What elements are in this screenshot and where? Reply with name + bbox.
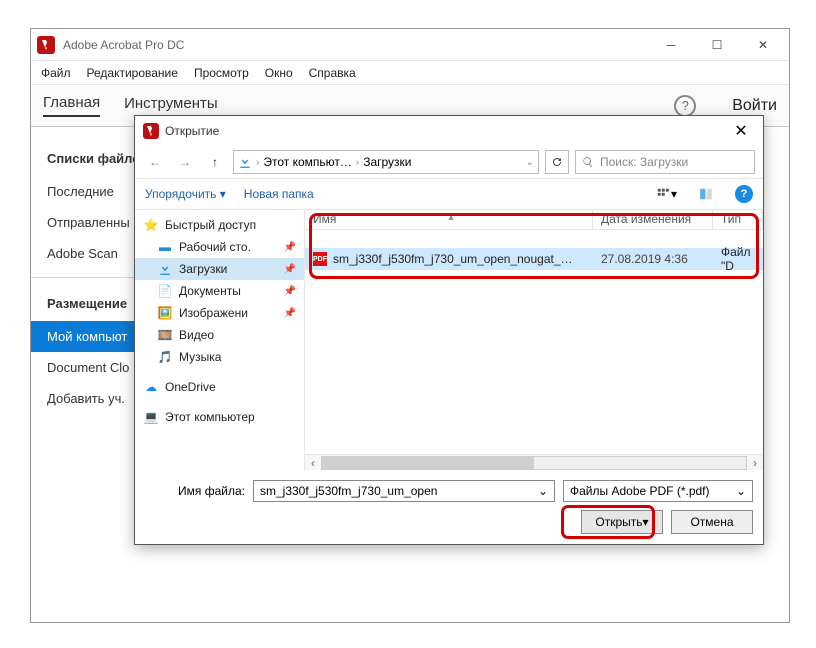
newfolder-button[interactable]: Новая папка <box>244 187 314 201</box>
dialog-navbar: ← → ↑ › Этот компьют… › Загрузки ⌄ Поиск… <box>135 146 763 178</box>
pin-icon: 📌 <box>284 286 296 297</box>
dialog-close-button[interactable]: ✕ <box>727 117 755 145</box>
search-icon <box>582 156 594 168</box>
file-list: Имя▴ Дата изменения Тип PDF sm_j330f_j530… <box>305 210 763 470</box>
col-type[interactable]: Тип <box>713 210 763 229</box>
tab-tools[interactable]: Инструменты <box>124 95 218 116</box>
hscrollbar[interactable]: ‹ › <box>305 454 763 470</box>
help-icon[interactable]: ? <box>674 95 696 117</box>
tree-thispc[interactable]: 💻Этот компьютер <box>135 406 304 428</box>
maximize-button[interactable]: ☐ <box>703 31 731 59</box>
crumb-downloads[interactable]: Загрузки <box>363 155 411 169</box>
view-mode-button[interactable]: ▾ <box>655 183 677 205</box>
nav-forward-icon[interactable]: → <box>173 150 197 174</box>
pin-icon: 📌 <box>284 264 296 275</box>
download-icon <box>238 155 252 169</box>
menu-help[interactable]: Справка <box>309 66 356 80</box>
chevron-down-icon: ⌄ <box>538 484 548 498</box>
download-icon <box>157 261 173 277</box>
menubar: Файл Редактирование Просмотр Окно Справк… <box>31 61 789 85</box>
filename-label: Имя файла: <box>145 484 245 498</box>
file-list-header: Имя▴ Дата изменения Тип <box>305 210 763 230</box>
pin-icon: 📌 <box>284 308 296 319</box>
menu-edit[interactable]: Редактирование <box>87 66 178 80</box>
tree-documents[interactable]: 📄Документы📌 <box>135 280 304 302</box>
tree-desktop[interactable]: ▬Рабочий сто.📌 <box>135 236 304 258</box>
tree-video[interactable]: 🎞️Видео <box>135 324 304 346</box>
dialog-toolbar: Упорядочить ▾ Новая папка ▾ ? <box>135 178 763 210</box>
nav-up-icon[interactable]: ↑ <box>203 150 227 174</box>
tree-onedrive[interactable]: ☁OneDrive <box>135 376 304 398</box>
col-name[interactable]: Имя▴ <box>305 210 593 229</box>
refresh-button[interactable] <box>545 150 569 174</box>
folder-tree: ⭐Быстрый доступ ▬Рабочий сто.📌 Загрузки📌… <box>135 210 305 470</box>
crumb-pc[interactable]: Этот компьют… <box>263 155 352 169</box>
file-type: Файл "D <box>713 245 763 273</box>
pdf-icon: PDF <box>313 252 327 266</box>
tree-quick-access[interactable]: ⭐Быстрый доступ <box>135 214 304 236</box>
dialog-app-icon <box>143 123 159 139</box>
tree-music[interactable]: 🎵Музыка <box>135 346 304 368</box>
music-icon: 🎵 <box>157 349 173 365</box>
search-input[interactable]: Поиск: Загрузки <box>575 150 755 174</box>
chevron-down-icon: ⌄ <box>736 484 746 498</box>
file-name: sm_j330f_j530fm_j730_um_open_nougat_… <box>333 252 573 266</box>
dialog-title: Открытие <box>165 124 727 138</box>
close-button[interactable]: ✕ <box>749 31 777 59</box>
breadcrumb[interactable]: › Этот компьют… › Загрузки ⌄ <box>233 150 539 174</box>
preview-pane-button[interactable] <box>695 183 717 205</box>
cancel-button[interactable]: Отмена <box>671 510 753 534</box>
file-row[interactable]: PDF sm_j330f_j530fm_j730_um_open_nougat_…… <box>305 248 763 270</box>
scroll-right-icon[interactable]: › <box>747 456 763 470</box>
crumb-dropdown[interactable]: ⌄ <box>526 157 534 168</box>
tree-images[interactable]: 🖼️Изображени📌 <box>135 302 304 324</box>
sort-asc-icon: ▴ <box>449 212 454 223</box>
menu-file[interactable]: Файл <box>41 66 71 80</box>
filetype-combo[interactable]: Файлы Adobe PDF (*.pdf)⌄ <box>563 480 753 502</box>
video-icon: 🎞️ <box>157 327 173 343</box>
image-icon: 🖼️ <box>157 305 173 321</box>
document-icon: 📄 <box>157 283 173 299</box>
titlebar: Adobe Acrobat Pro DC ─ ☐ ✕ <box>31 29 789 61</box>
tree-downloads[interactable]: Загрузки📌 <box>135 258 304 280</box>
scroll-left-icon[interactable]: ‹ <box>305 456 321 470</box>
col-date[interactable]: Дата изменения <box>593 210 713 229</box>
minimize-button[interactable]: ─ <box>657 31 685 59</box>
organize-button[interactable]: Упорядочить ▾ <box>145 187 226 201</box>
cloud-icon: ☁ <box>143 379 159 395</box>
login-button[interactable]: Войти <box>732 97 777 115</box>
file-open-dialog: Открытие ✕ ← → ↑ › Этот компьют… › Загру… <box>134 115 764 545</box>
app-title: Adobe Acrobat Pro DC <box>63 38 657 52</box>
open-button[interactable]: Открыть ▾ <box>581 510 663 534</box>
dialog-help-icon[interactable]: ? <box>735 185 753 203</box>
pc-icon: 💻 <box>143 409 159 425</box>
app-icon <box>37 36 55 54</box>
dialog-titlebar: Открытие ✕ <box>135 116 763 146</box>
file-date: 27.08.2019 4:36 <box>593 252 713 266</box>
menu-window[interactable]: Окно <box>265 66 293 80</box>
filename-combo[interactable]: sm_j330f_j530fm_j730_um_open⌄ <box>253 480 555 502</box>
tab-home[interactable]: Главная <box>43 94 100 117</box>
menu-view[interactable]: Просмотр <box>194 66 249 80</box>
desktop-icon: ▬ <box>157 239 173 255</box>
nav-back-icon[interactable]: ← <box>143 150 167 174</box>
star-icon: ⭐ <box>143 217 159 233</box>
dialog-footer: Имя файла: sm_j330f_j530fm_j730_um_open⌄… <box>135 470 763 544</box>
pin-icon: 📌 <box>284 242 296 253</box>
search-placeholder: Поиск: Загрузки <box>600 155 688 169</box>
